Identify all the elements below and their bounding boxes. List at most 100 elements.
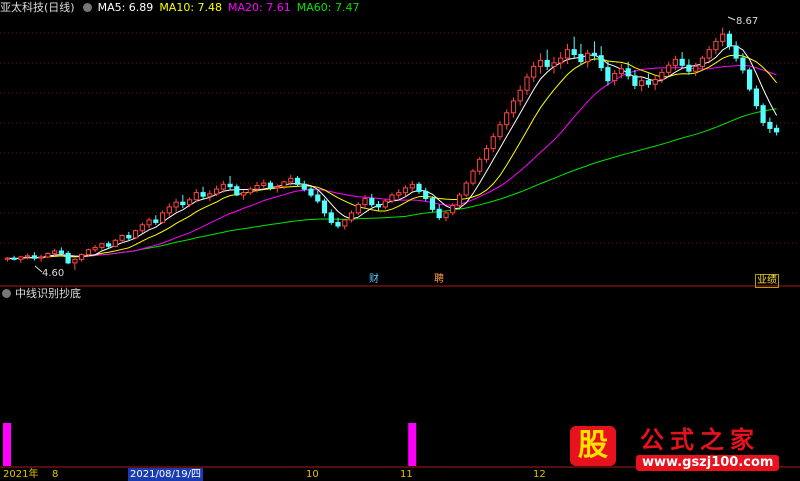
sub-panel-header: 中线识别抄底	[0, 287, 81, 301]
candle-body	[355, 204, 361, 214]
candle-body	[214, 188, 220, 195]
candle-body	[267, 182, 274, 189]
down-candle	[31, 252, 37, 261]
up-candle	[247, 186, 253, 196]
up-candle	[119, 234, 125, 243]
settings-circle-icon[interactable]	[2, 289, 11, 298]
down-candle	[416, 181, 422, 194]
candle-body	[72, 258, 78, 264]
watermark-url: www.gszj100.com	[636, 455, 780, 471]
candle-body	[726, 33, 732, 47]
down-candle	[733, 41, 739, 62]
candle-body	[389, 194, 395, 202]
up-candle	[483, 145, 490, 163]
candle-body	[139, 224, 145, 232]
candle-body	[760, 105, 766, 123]
event-marker-hire[interactable]: 聘	[434, 274, 444, 286]
candle-body	[645, 80, 651, 85]
down-candle	[679, 52, 685, 69]
sub-panel-title[interactable]: 中线识别抄底	[15, 287, 81, 300]
candle-body	[281, 181, 287, 188]
candle-body	[342, 219, 348, 227]
candle-body	[402, 187, 409, 194]
up-candle	[72, 258, 78, 271]
event-marker-earnings[interactable]: 业绩	[755, 274, 779, 288]
candle-body	[672, 58, 678, 66]
up-candle	[504, 109, 510, 130]
candle-body	[699, 57, 705, 67]
candle-body	[99, 243, 105, 248]
up-candle	[564, 43, 571, 65]
candle-body	[133, 230, 139, 239]
candle-body	[510, 100, 517, 114]
down-candle	[328, 209, 334, 225]
candle-body	[517, 89, 523, 102]
down-candle	[753, 85, 759, 110]
up-candle	[342, 218, 348, 230]
candle-body	[187, 199, 193, 206]
candle-body	[436, 208, 442, 219]
candle-body	[409, 183, 415, 189]
candle-body	[740, 57, 746, 71]
down-candle	[605, 61, 611, 86]
up-candle	[112, 239, 118, 248]
down-candle	[126, 231, 132, 241]
candle-body	[396, 192, 402, 196]
up-candle	[396, 189, 402, 199]
low-price-label: 4.60	[42, 268, 64, 279]
down-candle	[686, 59, 692, 75]
candle-body	[753, 88, 759, 107]
event-marker-financial[interactable]: 财	[369, 274, 379, 286]
signal-bar	[3, 423, 11, 466]
up-candle	[18, 255, 24, 263]
candle-body	[774, 127, 780, 133]
candle-body	[254, 185, 260, 190]
candle-body	[531, 65, 537, 78]
candle-body	[153, 219, 159, 223]
candles	[4, 27, 780, 271]
down-candle	[375, 200, 382, 211]
up-candle	[537, 53, 544, 74]
candle-body	[321, 200, 328, 214]
candle-body	[477, 158, 483, 172]
ma60-label: MA60: 7.47	[296, 1, 360, 14]
down-candle	[632, 69, 638, 90]
candle-body	[146, 219, 152, 226]
down-candle	[423, 187, 429, 201]
candle-body	[713, 40, 719, 51]
candle-body	[126, 235, 132, 239]
candle-body	[18, 256, 24, 260]
candle-body	[362, 198, 368, 206]
xaxis-label-aug: 8	[52, 469, 59, 480]
candle-body	[38, 256, 44, 259]
down-candle	[308, 186, 314, 198]
candle-body	[106, 243, 112, 247]
up-candle	[402, 185, 409, 197]
down-candle	[153, 215, 159, 225]
up-candle	[612, 69, 618, 86]
up-candle	[355, 202, 361, 216]
candle-body	[585, 52, 591, 63]
candle-body	[470, 170, 476, 184]
candlestick-chart[interactable]: 8.67 4.60	[0, 0, 800, 481]
down-candle	[625, 61, 631, 80]
down-candle	[591, 41, 597, 61]
candle-body	[220, 183, 226, 190]
settings-circle-icon[interactable]	[82, 3, 92, 12]
candle-body	[25, 255, 31, 258]
site-watermark: 股 公式之家 www.gszj100.com	[556, 424, 786, 472]
stock-title[interactable]: 亚太科技(日线)	[0, 1, 75, 14]
candle-body	[524, 76, 530, 91]
candle-body	[733, 45, 739, 59]
up-candle	[4, 256, 10, 262]
candle-body	[625, 68, 631, 77]
candle-body	[456, 194, 463, 207]
down-candle	[571, 36, 577, 59]
candle-body	[558, 57, 564, 64]
up-candle	[92, 245, 98, 253]
up-candle	[25, 253, 31, 260]
down-candle	[234, 184, 240, 197]
candle-body	[31, 255, 37, 259]
up-candle	[490, 133, 496, 153]
high-pointer	[727, 16, 736, 21]
